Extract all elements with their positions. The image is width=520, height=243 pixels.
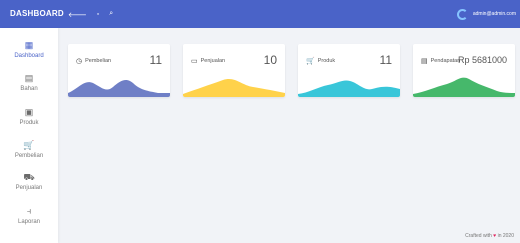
brand-title[interactable]: DASHBOARD xyxy=(10,0,64,28)
sidebar-item-label: Produk xyxy=(19,120,39,126)
calendar-icon: ▭ xyxy=(191,58,198,65)
basket-icon: ⛟ xyxy=(23,172,35,182)
list-icon: ▤ xyxy=(421,58,428,65)
stat-card-produk[interactable]: 🛒 Produk 11 xyxy=(298,44,400,97)
sidebar-item-laporan[interactable]: ⫞ Laporan xyxy=(0,206,58,226)
card-value: 11 xyxy=(149,53,162,67)
dashboard-icon: ▦ xyxy=(24,40,34,50)
topbar-icons: 🡐 ▫ ⌕ xyxy=(68,0,113,28)
card-title: Pendapatan xyxy=(430,58,461,64)
stat-card-penjualan[interactable]: ▭ Penjualan 10 xyxy=(183,44,285,97)
fullscreen-icon[interactable]: ▫ xyxy=(97,11,99,18)
clock-icon: ◷ xyxy=(76,58,83,65)
report-icon: ⫞ xyxy=(26,206,32,216)
cart-icon: 🛒 xyxy=(23,140,35,150)
arrow-left-icon[interactable]: 🡐 xyxy=(68,10,87,19)
sparkline-area xyxy=(68,80,170,97)
sidebar-item-dashboard[interactable]: ▦ Dashboard xyxy=(0,40,58,60)
search-icon[interactable]: ⌕ xyxy=(109,10,113,18)
user-avatar-icon[interactable] xyxy=(456,8,468,20)
sidebar-item-produk[interactable]: ▣ Produk xyxy=(0,107,58,127)
top-navbar: DASHBOARD 🡐 ▫ ⌕ admin@admin.com xyxy=(0,0,520,28)
box-icon: ▤ xyxy=(24,73,34,83)
sparkline-area xyxy=(183,78,285,97)
user-menu[interactable]: admin@admin.com xyxy=(456,0,516,28)
card-value: 11 xyxy=(379,53,392,67)
sidebar-item-pembelian[interactable]: 🛒 Pembelian xyxy=(0,140,58,160)
card-value: 10 xyxy=(263,53,277,67)
card-value: Rp 5681000 xyxy=(457,55,507,65)
sparkline-area xyxy=(413,77,515,97)
sidebar-item-label: Laporan xyxy=(17,219,41,225)
sparkline-area xyxy=(298,80,400,97)
footer-credit: Crafted with ♥ in 2020 xyxy=(465,233,514,239)
sidebar: ▦ Dashboard ▤ Bahan ▣ Produk 🛒 Pembelian… xyxy=(0,28,58,243)
sidebar-item-bahan[interactable]: ▤ Bahan xyxy=(0,73,58,93)
product-icon: ▣ xyxy=(24,107,34,117)
card-title: Produk xyxy=(317,58,336,64)
card-title: Penjualan xyxy=(200,58,226,64)
heart-icon: ♥ xyxy=(493,233,497,239)
sidebar-item-penjualan[interactable]: ⛟ Penjualan xyxy=(0,172,58,192)
sidebar-item-label: Bahan xyxy=(20,86,38,92)
card-title: Pembelian xyxy=(85,58,112,64)
stat-card-pendapatan[interactable]: ▤ Pendapatan Rp 5681000 xyxy=(413,44,515,97)
sidebar-item-label: Dashboard xyxy=(14,53,44,59)
cart-icon: 🛒 xyxy=(306,58,315,65)
user-email[interactable]: admin@admin.com xyxy=(473,11,516,17)
stat-card-pembelian[interactable]: ◷ Pembelian 11 xyxy=(68,44,170,97)
sidebar-item-label: Penjualan xyxy=(15,185,43,191)
sidebar-item-label: Pembelian xyxy=(14,153,44,159)
